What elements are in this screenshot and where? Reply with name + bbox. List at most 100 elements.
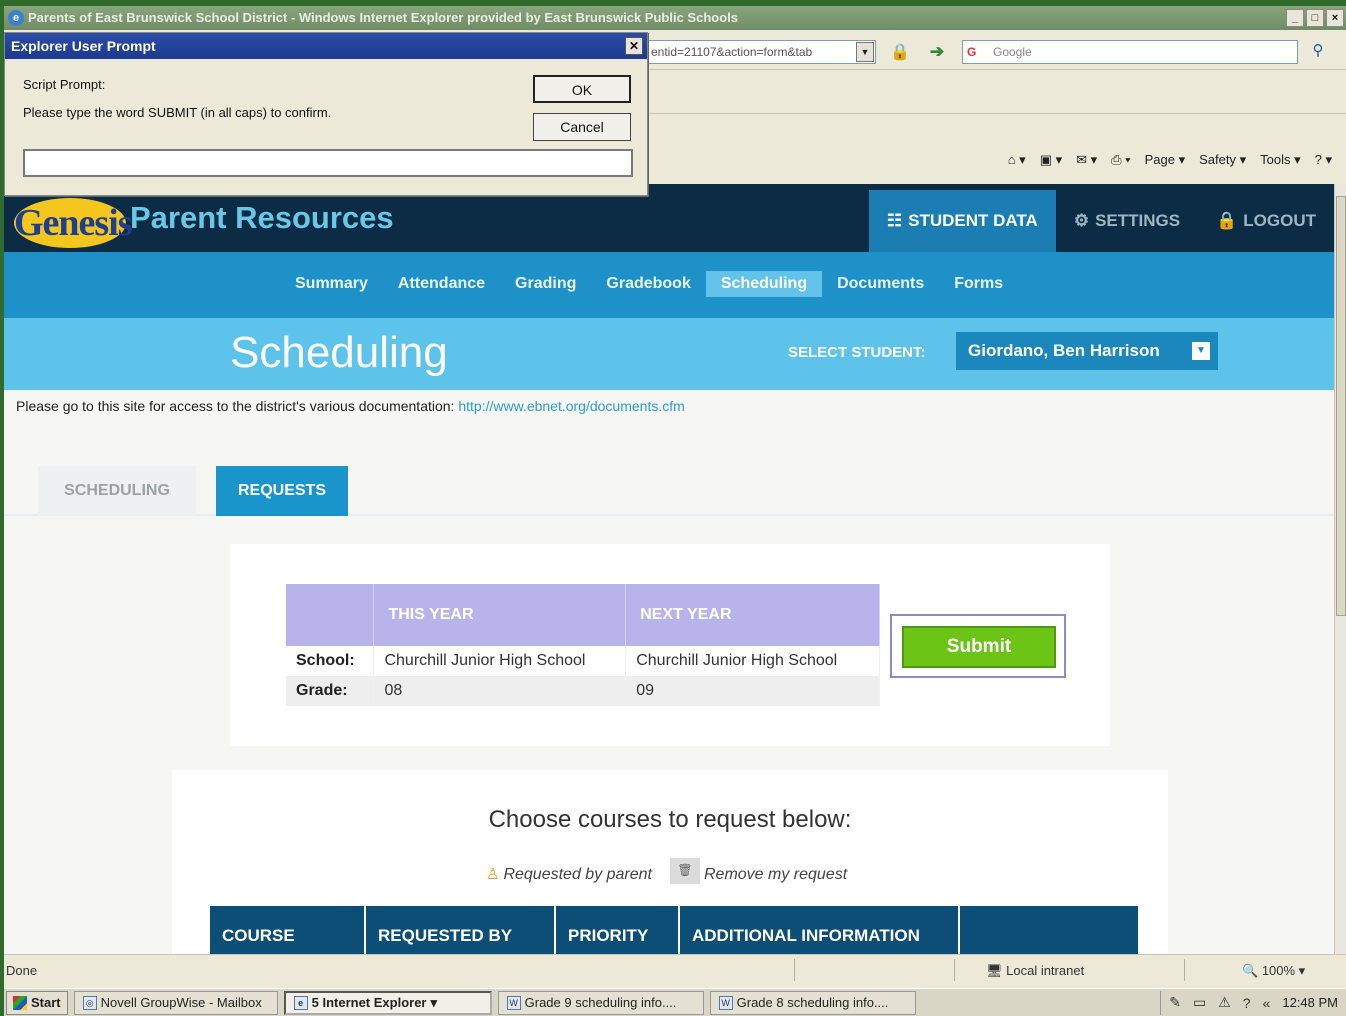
google-icon: G <box>967 45 977 59</box>
grade-next-year: 09 <box>625 676 880 706</box>
search-placeholder: Google <box>993 45 1032 59</box>
submit-button[interactable]: Submit <box>902 626 1056 668</box>
task-grade9-label: Grade 9 scheduling info.... <box>524 994 677 1010</box>
web-page: Genesis Parent Resources ☷ STUDENT DATA … <box>4 184 1334 954</box>
start-button[interactable]: Start <box>6 990 68 1015</box>
prompt-input[interactable] <box>23 149 633 177</box>
monitor-icon[interactable]: ▭ <box>1193 994 1206 1011</box>
help-tray-icon[interactable]: ? <box>1243 995 1251 1011</box>
subnav-summary[interactable]: Summary <box>280 271 383 297</box>
dialog-close-icon[interactable]: ✕ <box>625 37 643 55</box>
nav-logout[interactable]: 🔒 LOGOUT <box>1198 190 1334 252</box>
subnav-forms[interactable]: Forms <box>939 271 1018 297</box>
nav-student-data[interactable]: ☷ STUDENT DATA <box>868 190 1056 252</box>
lock-icon[interactable]: 🔒 <box>890 42 910 62</box>
document-icon: W <box>718 995 733 1010</box>
year-table: THIS YEAR NEXT YEAR School: Churchill Ju… <box>286 584 880 706</box>
documentation-text: Please go to this site for access to the… <box>16 398 455 414</box>
search-input[interactable]: G Google <box>962 40 1298 64</box>
year-summary-card: THIS YEAR NEXT YEAR School: Churchill Ju… <box>230 544 1110 746</box>
year-table-header-next-year: NEXT YEAR <box>625 584 880 646</box>
maximize-icon[interactable]: □ <box>1306 9 1324 27</box>
nav-logout-label: LOGOUT <box>1243 211 1316 230</box>
print-icon[interactable]: ⎙ ▾ <box>1111 152 1130 168</box>
security-zone-label: Local intranet <box>1006 963 1085 978</box>
network-icon[interactable]: ⚠ <box>1218 994 1231 1011</box>
tab-scheduling[interactable]: SCHEDULING <box>38 466 196 516</box>
year-table-header-this-year: THIS YEAR <box>373 584 627 646</box>
windows-flag-icon <box>13 995 27 1010</box>
ie-task-icon: e <box>293 995 308 1010</box>
clock: 12:48 PM <box>1282 995 1338 1010</box>
legend: ♙ Requested by parent 🗑 Remove my request <box>486 858 847 884</box>
student-select[interactable]: Giordano, Ben Harrison ▼ <box>956 332 1218 370</box>
zoom-control[interactable]: 🔍 100% ▾ <box>1242 963 1305 979</box>
scrollbar-thumb[interactable] <box>1336 196 1346 616</box>
tab-requests[interactable]: REQUESTS <box>216 466 348 516</box>
security-zone: 🖥 Local intranet <box>986 963 1085 978</box>
trash-icon: 🗑 <box>670 858 700 884</box>
home-icon[interactable]: ⌂ ▾ <box>1008 152 1026 168</box>
grade-this-year: 08 <box>373 676 627 706</box>
menu-page[interactable]: Page ▾ <box>1145 152 1186 168</box>
col-actions <box>960 906 1138 954</box>
nav-settings[interactable]: ⚙ SETTINGS <box>1056 190 1198 252</box>
ok-button[interactable]: OK <box>533 75 631 103</box>
table-row: School: Churchill Junior High School Chu… <box>286 646 880 676</box>
chevron-down-icon[interactable]: ▼ <box>1192 342 1210 360</box>
menu-safety[interactable]: Safety ▾ <box>1199 152 1246 168</box>
address-input[interactable]: entid=21107&action=form&tab <box>646 40 876 64</box>
app-title: Parent Resources <box>130 200 394 235</box>
requested-by-parent-icon: ♙ <box>486 866 500 883</box>
row-label-school: School: <box>286 646 375 676</box>
task-groupwise[interactable]: ◎ Novell GroupWise - Mailbox <box>73 990 278 1015</box>
subnav-grading[interactable]: Grading <box>500 271 591 297</box>
dialog-prompt-message: Please type the word SUBMIT (in all caps… <box>23 105 332 120</box>
document-icon: W <box>506 995 521 1010</box>
close-icon[interactable]: × <box>1326 9 1344 27</box>
vertical-scrollbar[interactable] <box>1334 184 1346 954</box>
help-icon[interactable]: ? ▾ <box>1315 152 1332 168</box>
subnav-attendance[interactable]: Attendance <box>383 271 500 297</box>
subnav-scheduling[interactable]: Scheduling <box>705 271 823 297</box>
ie-logo-icon: e <box>8 10 24 26</box>
subnav-gradebook[interactable]: Gradebook <box>591 271 705 297</box>
table-row: Grade: 08 09 <box>286 676 880 706</box>
expand-tray-icon[interactable]: « <box>1263 995 1271 1011</box>
menu-tools[interactable]: Tools ▾ <box>1260 152 1301 168</box>
mail-icon[interactable]: ✉ ▾ <box>1076 152 1097 168</box>
task-grade8-doc[interactable]: W Grade 8 scheduling info.... <box>709 990 916 1015</box>
cancel-button[interactable]: Cancel <box>533 113 631 141</box>
taskbar: Start ◎ Novell GroupWise - Mailbox e 5 I… <box>4 988 1346 1016</box>
script-prompt-dialog: Explorer User Prompt ✕ Script Prompt: Pl… <box>4 32 648 196</box>
pen-icon[interactable]: ✎ <box>1169 994 1181 1011</box>
subnav-documents[interactable]: Documents <box>822 271 939 297</box>
sub-navigation: Summary Attendance Grading Gradebook Sch… <box>4 252 1334 318</box>
minimize-icon[interactable]: _ <box>1286 9 1304 27</box>
course-request-heading: Choose courses to request below: <box>488 806 852 833</box>
search-icon[interactable]: ⚲ <box>1306 40 1330 64</box>
address-dropdown-icon[interactable]: ▼ <box>856 42 874 62</box>
status-divider <box>954 959 955 981</box>
documentation-link[interactable]: http://www.ebnet.org/documents.cfm <box>458 398 684 414</box>
course-table-header: COURSE REQUESTED BY PRIORITY ADDITIONAL … <box>210 906 1138 954</box>
legend-requested: ♙ Requested by parent <box>486 865 652 884</box>
nav-settings-label: SETTINGS <box>1095 211 1181 230</box>
window-titlebar: e Parents of East Brunswick School Distr… <box>4 6 1346 30</box>
row-label-grade: Grade: <box>286 676 375 706</box>
legend-requested-label: Requested by parent <box>503 866 652 883</box>
go-arrow-icon[interactable]: ➔ <box>926 42 948 62</box>
col-requested-by: REQUESTED BY <box>366 906 556 954</box>
genesis-logo[interactable]: Genesis <box>14 198 133 248</box>
page-title: Scheduling <box>230 328 448 377</box>
course-request-card: Choose courses to request below: ♙ Reques… <box>172 770 1168 954</box>
select-student-label: SELECT STUDENT: <box>788 344 926 361</box>
task-grade9-doc[interactable]: W Grade 9 scheduling info.... <box>497 990 704 1015</box>
chevron-down-icon: ▾ <box>430 994 438 1010</box>
groupwise-icon: ◎ <box>82 995 97 1010</box>
task-internet-explorer[interactable]: e 5 Internet Explorer ▾ <box>283 990 492 1015</box>
window-title: Parents of East Brunswick School Distric… <box>28 10 738 25</box>
gear-icon: ⚙ <box>1073 211 1090 230</box>
col-additional-info: ADDITIONAL INFORMATION <box>680 906 960 954</box>
feeds-icon[interactable]: ▣ ▾ <box>1040 152 1062 168</box>
